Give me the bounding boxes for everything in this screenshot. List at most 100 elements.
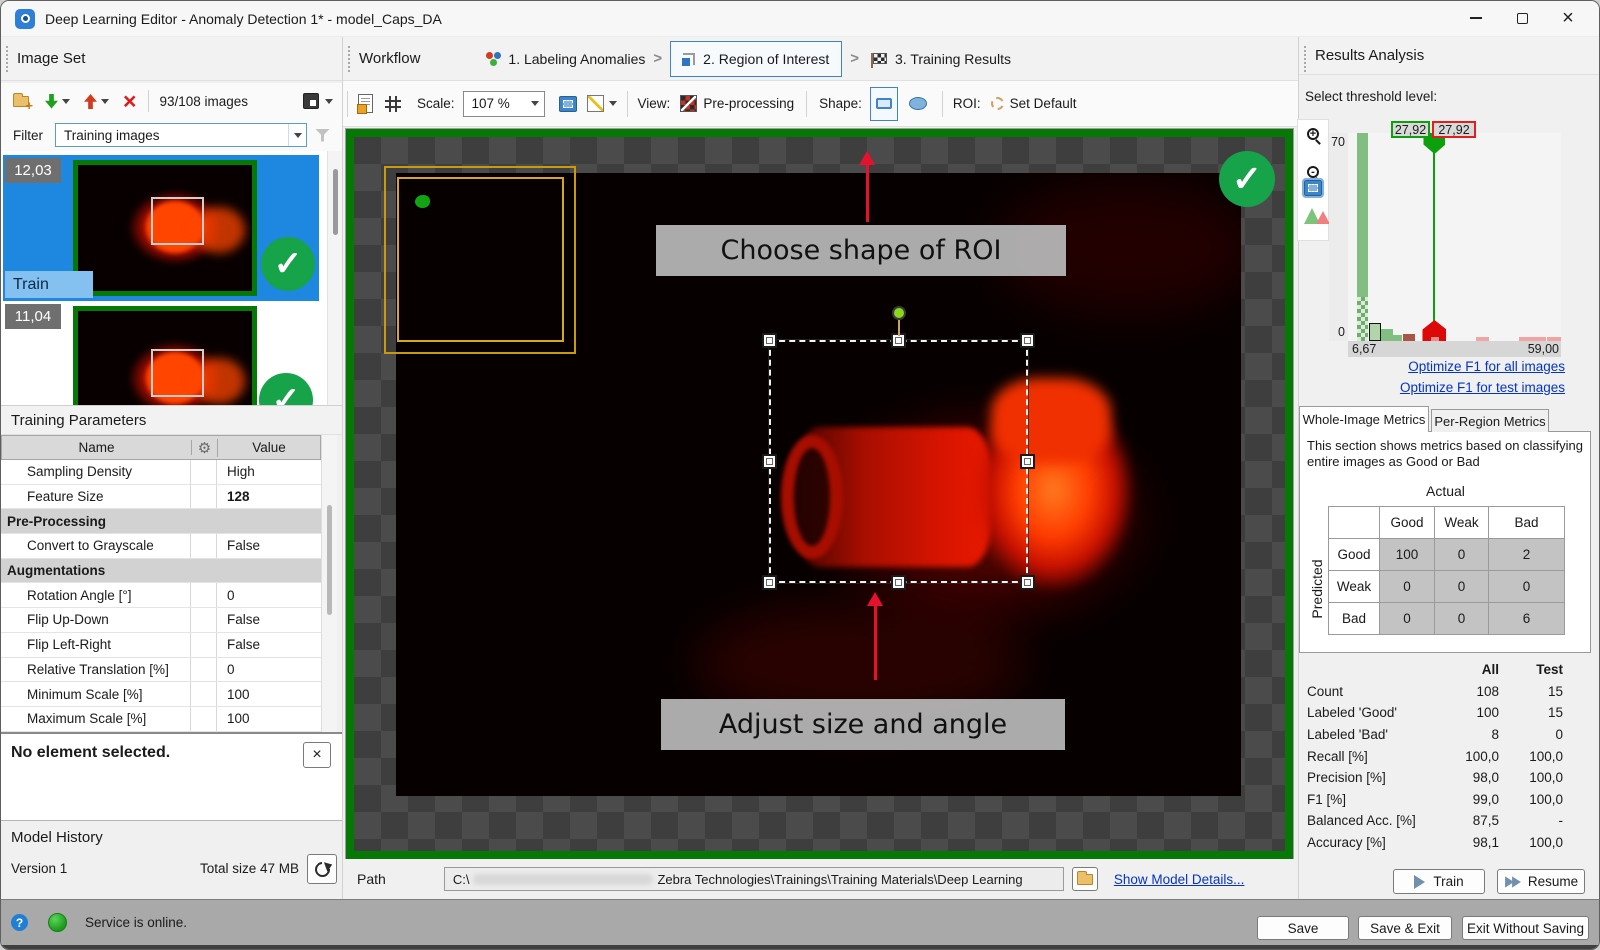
ellipse-shape-icon xyxy=(909,97,927,110)
help-icon[interactable]: ? xyxy=(11,914,28,931)
params-table-header: Name ⚙ Value xyxy=(1,435,321,460)
workflow-step-results[interactable]: 3. Training Results xyxy=(895,51,1011,67)
zoom-in-button[interactable]: + xyxy=(1307,128,1319,140)
import-images-button[interactable] xyxy=(45,94,70,109)
filter-dropdown[interactable]: Training images xyxy=(55,123,307,147)
optimize-f1-test-link[interactable]: Optimize F1 for test images xyxy=(1400,380,1565,395)
thumbnail-image[interactable] xyxy=(73,160,257,296)
scrollbar-thumb[interactable] xyxy=(327,505,332,615)
table-row: Weak 0 0 0 xyxy=(1329,571,1565,603)
app-icon xyxy=(15,9,35,29)
scrollbar-thumb[interactable] xyxy=(333,169,338,235)
param-row[interactable]: Rotation Angle [°]0 xyxy=(1,583,321,608)
rotation-handle[interactable] xyxy=(892,306,906,320)
thumbnail-image[interactable] xyxy=(73,306,257,405)
param-row[interactable]: Minimum Scale [%]100 xyxy=(1,682,321,707)
status-check-icon: ✓ xyxy=(261,237,315,291)
save-button[interactable]: Save xyxy=(1257,916,1349,940)
train-button[interactable]: Train xyxy=(1393,869,1485,894)
preprocessing-icon[interactable] xyxy=(680,95,697,112)
export-images-button[interactable] xyxy=(84,94,109,109)
minimize-button[interactable] xyxy=(1453,3,1499,33)
resize-handle-top-left[interactable] xyxy=(762,333,777,348)
filter-value: Training images xyxy=(64,128,160,143)
clear-selection-button[interactable]: × xyxy=(303,742,331,768)
resize-handle-top-right[interactable] xyxy=(1020,333,1035,348)
param-row[interactable]: Flip Up-DownFalse xyxy=(1,608,321,633)
tab-per-region-metrics[interactable]: Per-Region Metrics xyxy=(1431,409,1549,432)
import-dropdown-icon[interactable] xyxy=(62,99,70,104)
display-mode-icon xyxy=(303,93,319,109)
resize-handle-bottom-right[interactable] xyxy=(1020,575,1035,590)
refresh-history-button[interactable] xyxy=(307,854,337,884)
delete-image-button[interactable]: × xyxy=(123,91,136,111)
resize-handle-middle-right[interactable] xyxy=(1020,454,1035,469)
thumbnail-scrollbar[interactable] xyxy=(327,151,343,405)
workflow-step-roi-active[interactable]: 2. Region of Interest xyxy=(670,41,842,77)
threshold-line[interactable] xyxy=(1433,143,1435,331)
histogram-toggle-button[interactable] xyxy=(1304,208,1330,224)
list-item[interactable]: 11,04 ✓ xyxy=(3,301,319,405)
param-row[interactable]: Convert to GrayscaleFalse xyxy=(1,534,321,559)
fit-to-window-button[interactable] xyxy=(559,96,577,112)
param-row[interactable]: Feature Size128 xyxy=(1,485,321,510)
path-input[interactable]: C:\ Zebra Technologies\Trainings\Trainin… xyxy=(444,867,1064,891)
report-icon[interactable] xyxy=(358,94,373,113)
set-default-roi-button[interactable]: Set Default xyxy=(1010,96,1077,111)
resize-handle-bottom-middle[interactable] xyxy=(891,575,906,590)
resume-button[interactable]: Resume xyxy=(1497,869,1585,894)
save-and-exit-button[interactable]: Save & Exit xyxy=(1358,916,1452,940)
params-col-name[interactable]: Name xyxy=(2,440,192,455)
param-row[interactable]: Maximum Scale [%]100 xyxy=(1,707,321,732)
approved-check-icon: ✓ xyxy=(1219,151,1275,207)
col-test: Test xyxy=(1499,662,1591,677)
param-row[interactable]: Flip Left-RightFalse xyxy=(1,633,321,658)
close-button[interactable]: × xyxy=(1545,3,1591,33)
shape-ellipse-button[interactable] xyxy=(904,90,932,118)
scale-select[interactable]: 107 % xyxy=(463,91,545,117)
gear-icon[interactable]: ⚙ xyxy=(192,439,218,457)
metric-row: Count10815 xyxy=(1299,681,1591,703)
panel-grip xyxy=(348,46,350,72)
threshold-histogram[interactable] xyxy=(1348,133,1561,341)
optimize-f1-all-link[interactable]: Optimize F1 for all images xyxy=(1408,359,1565,374)
labeling-anomalies-icon xyxy=(486,51,502,67)
clear-shape-dropdown-icon[interactable] xyxy=(609,101,617,106)
display-mode-button[interactable] xyxy=(303,93,333,109)
param-section-row[interactable]: Augmentations xyxy=(1,559,321,584)
matrix-cell: 0 xyxy=(1380,571,1435,603)
param-section-row[interactable]: Pre-Processing xyxy=(1,509,321,534)
exit-without-saving-button[interactable]: Exit Without Saving xyxy=(1462,916,1589,940)
thumbnail-list: 12,03 ✓ Train 11,04 ✓ xyxy=(1,151,343,405)
display-mode-dropdown-icon[interactable] xyxy=(325,99,333,104)
clear-shape-button[interactable] xyxy=(587,95,604,112)
shape-rectangle-button[interactable] xyxy=(870,87,898,121)
browse-folder-button[interactable] xyxy=(1072,867,1098,891)
show-model-details-link[interactable]: Show Model Details... xyxy=(1114,872,1245,887)
image-canvas[interactable]: ✓ Choose shape of ROI Adjust size and an… xyxy=(346,129,1293,859)
workflow-step-labeling[interactable]: 1. Labeling Anomalies xyxy=(508,51,645,67)
preprocessing-label[interactable]: Pre-processing xyxy=(703,96,794,111)
param-row[interactable]: Relative Translation [%]0 xyxy=(1,658,321,683)
training-parameters-header: Training Parameters xyxy=(1,405,343,435)
filter-funnel-icon[interactable] xyxy=(315,129,330,142)
params-col-value[interactable]: Value xyxy=(218,440,320,455)
resize-handle-middle-left[interactable] xyxy=(762,454,777,469)
threshold-value-good: 27,92 xyxy=(1391,121,1430,138)
list-item[interactable]: 12,03 ✓ Train xyxy=(3,155,319,301)
params-scrollbar[interactable] xyxy=(321,435,337,732)
tab-whole-image-metrics[interactable]: Whole-Image Metrics xyxy=(1299,406,1429,432)
metric-row: F1 [%]99,0100,0 xyxy=(1299,789,1591,811)
panel-divider[interactable] xyxy=(342,37,343,899)
crop-marks-icon[interactable] xyxy=(385,96,401,112)
param-row[interactable]: Sampling DensityHigh xyxy=(1,460,321,485)
resize-handle-bottom-left[interactable] xyxy=(762,575,777,590)
maximize-button[interactable] xyxy=(1499,3,1545,33)
fit-histogram-button[interactable] xyxy=(1304,180,1322,196)
add-folder-button[interactable]: + xyxy=(13,96,29,107)
close-icon: × xyxy=(1562,8,1574,28)
export-dropdown-icon[interactable] xyxy=(101,99,109,104)
roi-selection-rect[interactable] xyxy=(769,340,1028,583)
metric-row: Precision [%]98,0100,0 xyxy=(1299,767,1591,789)
zoom-out-button[interactable]: - xyxy=(1307,166,1319,178)
